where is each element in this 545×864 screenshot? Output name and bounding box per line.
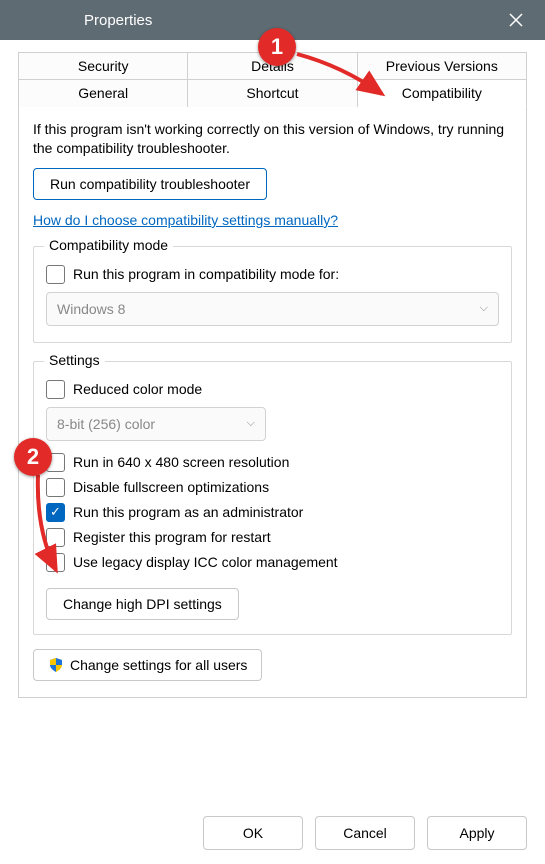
reduced-color-checkbox[interactable]: Reduced color mode bbox=[46, 380, 499, 399]
settings-group-title: Settings bbox=[44, 352, 105, 368]
change-all-users-button[interactable]: Change settings for all users bbox=[33, 649, 262, 681]
color-mode-value: 8-bit (256) color bbox=[57, 416, 155, 432]
tab-shortcut[interactable]: Shortcut bbox=[188, 79, 357, 107]
dialog-footer: OK Cancel Apply bbox=[203, 816, 527, 850]
tab-general[interactable]: General bbox=[18, 79, 188, 107]
content-area: Security Details Previous Versions Gener… bbox=[0, 40, 545, 710]
register-restart-checkbox[interactable]: Register this program for restart bbox=[46, 528, 499, 547]
checkbox-icon bbox=[46, 478, 65, 497]
compat-mode-label: Run this program in compatibility mode f… bbox=[73, 266, 339, 282]
run-as-admin-label: Run this program as an administrator bbox=[73, 504, 303, 520]
tab-panel: If this program isn't working correctly … bbox=[18, 106, 527, 698]
register-restart-label: Register this program for restart bbox=[73, 529, 271, 545]
checkbox-icon bbox=[46, 380, 65, 399]
change-dpi-button[interactable]: Change high DPI settings bbox=[46, 588, 239, 620]
settings-group: Settings Reduced color mode 8-bit (256) … bbox=[33, 361, 512, 635]
run-as-admin-checkbox[interactable]: ✓ Run this program as an administrator bbox=[46, 503, 499, 522]
checkbox-icon bbox=[46, 265, 65, 284]
annotation-marker-1: 1 bbox=[258, 28, 296, 66]
chevron-down-icon: ⌵ bbox=[247, 417, 255, 430]
ok-button[interactable]: OK bbox=[203, 816, 303, 850]
intro-text: If this program isn't working correctly … bbox=[33, 120, 512, 158]
checkbox-checked-icon: ✓ bbox=[46, 503, 65, 522]
reduced-color-label: Reduced color mode bbox=[73, 381, 202, 397]
close-icon[interactable] bbox=[501, 5, 531, 35]
legacy-icc-checkbox[interactable]: Use legacy display ICC color management bbox=[46, 553, 499, 572]
window-title: Properties bbox=[24, 12, 152, 29]
annotation-marker-2: 2 bbox=[14, 438, 52, 476]
disable-fullscreen-label: Disable fullscreen optimizations bbox=[73, 479, 269, 495]
checkbox-icon bbox=[46, 553, 65, 572]
run-640-label: Run in 640 x 480 screen resolution bbox=[73, 454, 289, 470]
tab-compatibility[interactable]: Compatibility bbox=[358, 79, 527, 107]
apply-button[interactable]: Apply bbox=[427, 816, 527, 850]
help-link[interactable]: How do I choose compatibility settings m… bbox=[33, 212, 338, 228]
shield-icon bbox=[48, 657, 64, 673]
cancel-button[interactable]: Cancel bbox=[315, 816, 415, 850]
legacy-icc-label: Use legacy display ICC color management bbox=[73, 554, 338, 570]
disable-fullscreen-checkbox[interactable]: Disable fullscreen optimizations bbox=[46, 478, 499, 497]
change-all-users-label: Change settings for all users bbox=[70, 657, 247, 673]
run-640-checkbox[interactable]: Run in 640 x 480 screen resolution bbox=[46, 453, 499, 472]
compat-mode-group: Compatibility mode Run this program in c… bbox=[33, 246, 512, 343]
checkbox-icon bbox=[46, 528, 65, 547]
chevron-down-icon: ⌵ bbox=[480, 302, 488, 315]
compat-mode-value: Windows 8 bbox=[57, 301, 125, 317]
compat-mode-select[interactable]: Windows 8 ⌵ bbox=[46, 292, 499, 326]
compat-mode-checkbox[interactable]: Run this program in compatibility mode f… bbox=[46, 265, 499, 284]
tab-security[interactable]: Security bbox=[18, 52, 188, 79]
color-mode-select[interactable]: 8-bit (256) color ⌵ bbox=[46, 407, 266, 441]
compat-group-title: Compatibility mode bbox=[44, 237, 173, 253]
run-troubleshooter-button[interactable]: Run compatibility troubleshooter bbox=[33, 168, 267, 200]
tab-previous-versions[interactable]: Previous Versions bbox=[358, 52, 527, 79]
